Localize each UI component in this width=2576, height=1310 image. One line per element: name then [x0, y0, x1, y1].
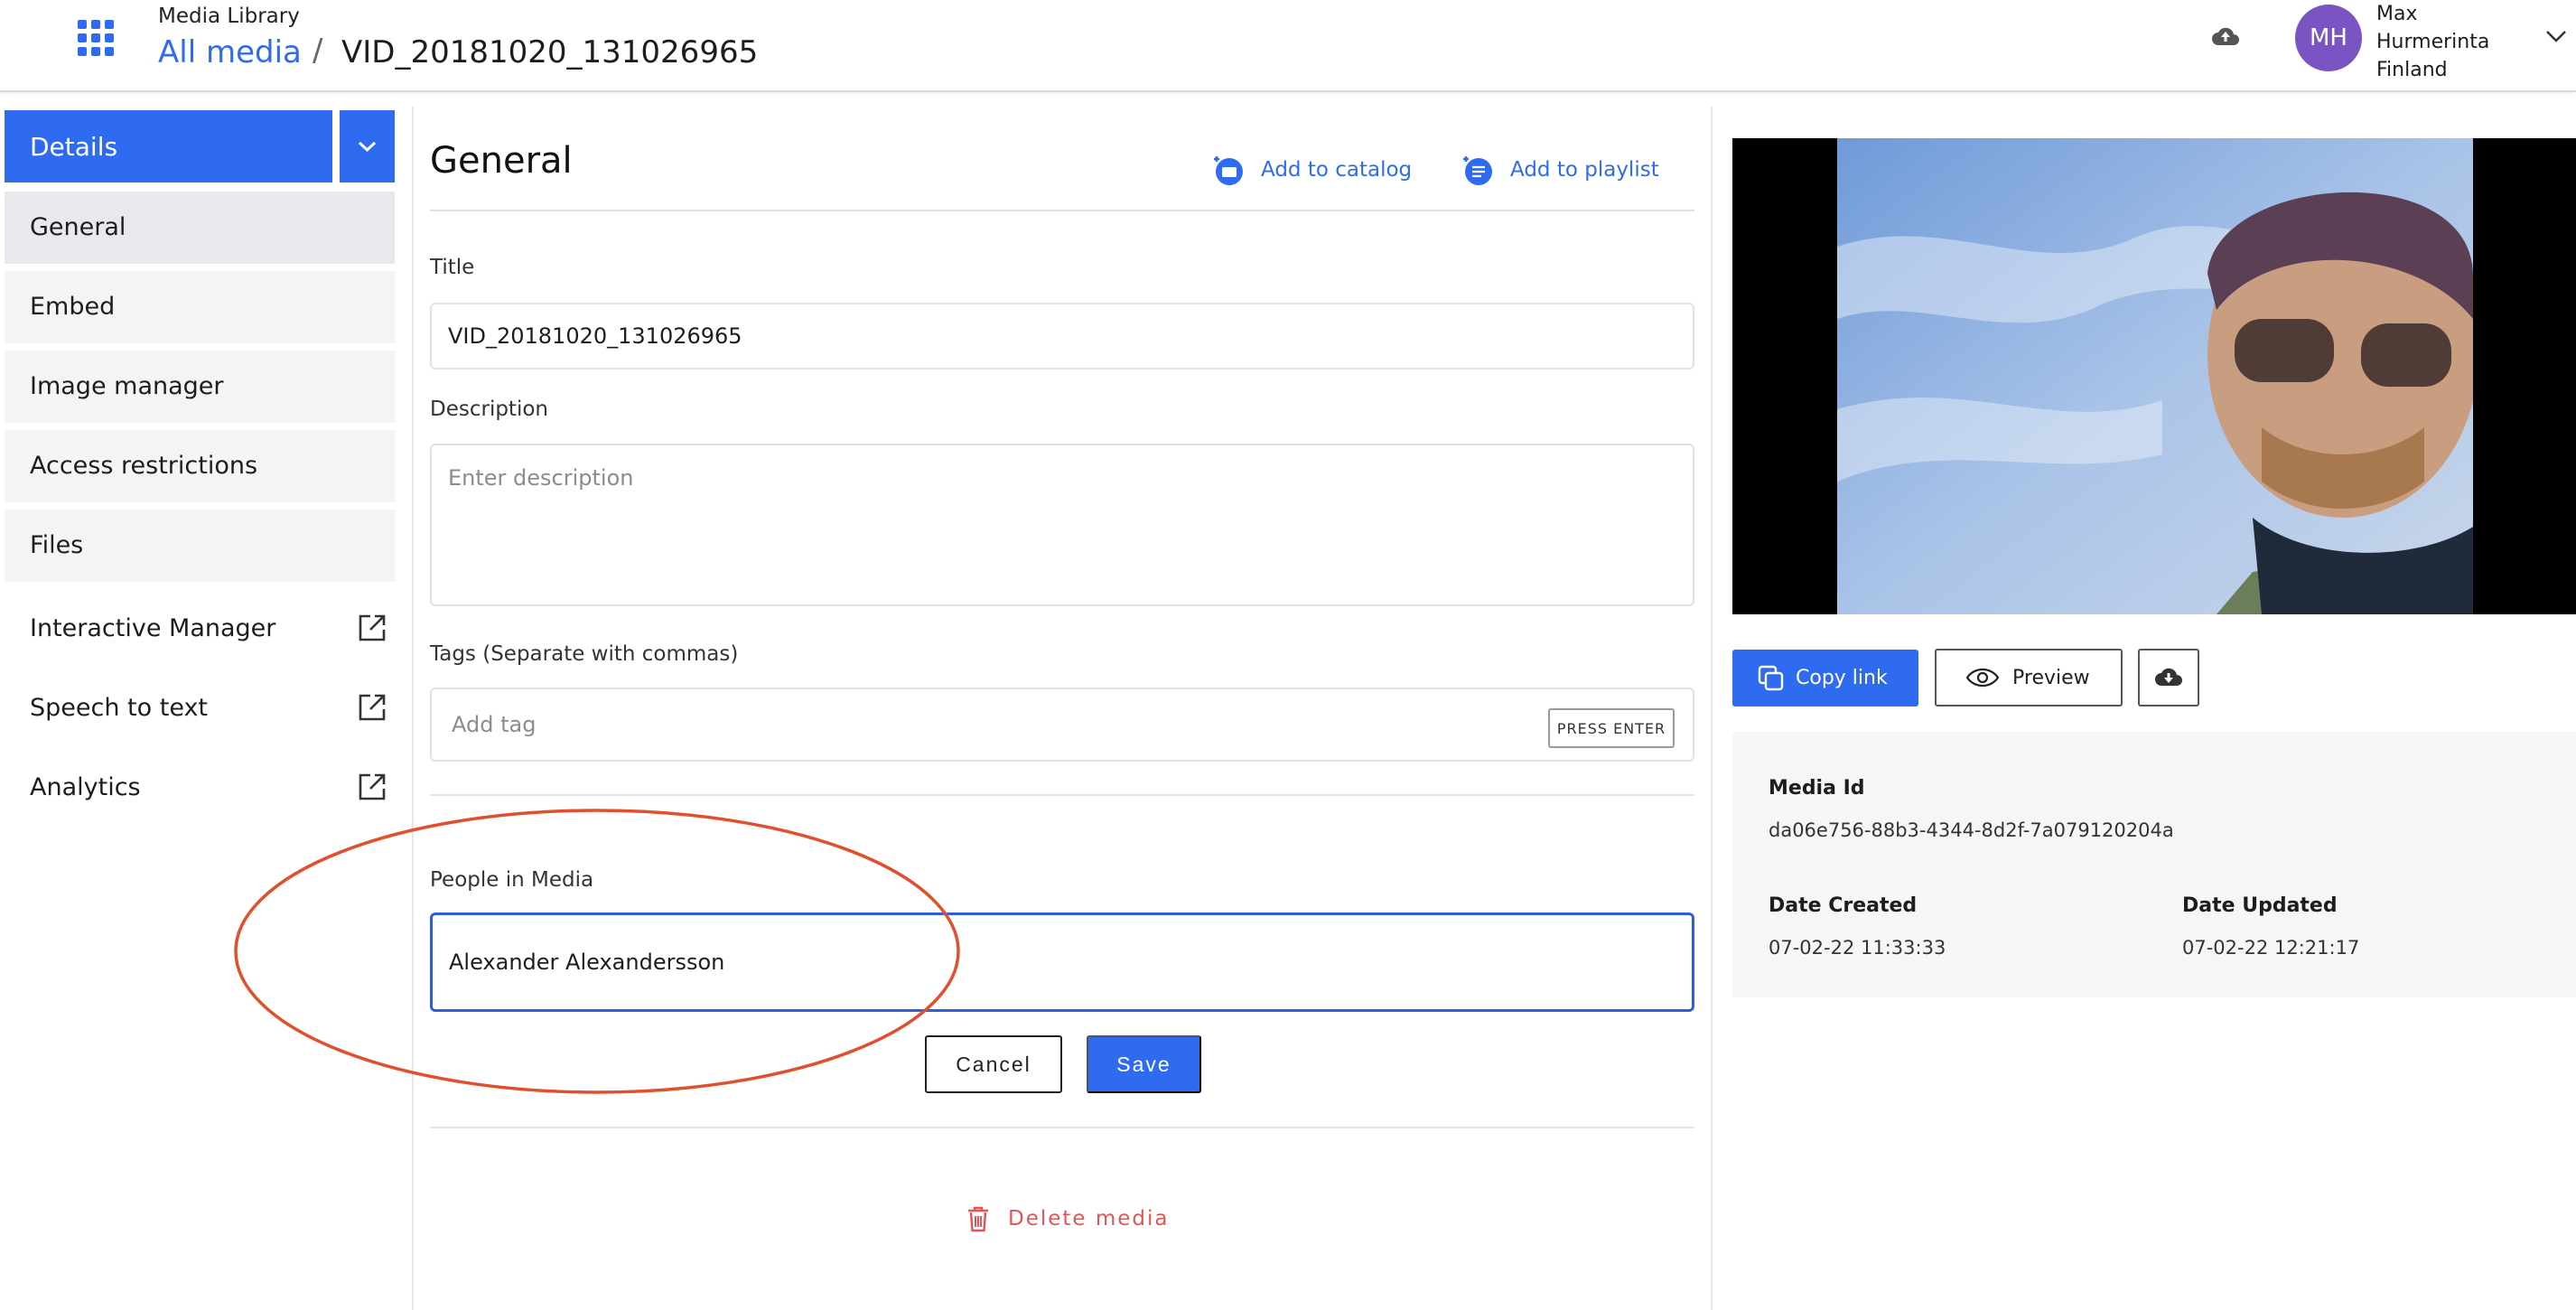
sidebar-item-label: Files [30, 531, 84, 559]
column-divider [412, 107, 414, 1310]
column-divider [1711, 107, 1713, 1310]
sidebar-link-interactive-manager[interactable]: Interactive Manager [5, 602, 395, 656]
media-id-label: Media Id [1769, 777, 1865, 800]
top-bar: Media Library All media / VID_20181020_1… [0, 0, 2576, 92]
press-enter-hint: PRESS ENTER [1548, 708, 1675, 748]
sidebar-link-label: Analytics [30, 773, 141, 801]
sidebar-item-label: Access restrictions [30, 452, 258, 480]
preview-label: Preview [2012, 666, 2090, 689]
details-dropdown-toggle[interactable] [340, 110, 395, 182]
user-last-name: Hurmerinta [2376, 31, 2490, 53]
user-info[interactable]: Max Hurmerinta Finland [2376, 0, 2489, 84]
apps-grid-icon[interactable] [78, 20, 114, 56]
media-metadata-panel: Media Id da06e756-88b3-4344-8d2f-7a07912… [1732, 732, 2576, 997]
date-created-value: 07-02-22 11:33:33 [1769, 937, 1946, 959]
save-button[interactable]: Save [1087, 1035, 1201, 1093]
date-updated-value: 07-02-22 12:21:17 [2182, 937, 2360, 959]
sidebar-item-label: General [30, 213, 126, 241]
tags-input[interactable] [430, 688, 1694, 762]
playlist-add-icon [1463, 156, 1492, 185]
trash-icon [968, 1206, 988, 1232]
download-button[interactable] [2138, 649, 2199, 706]
cloud-download-icon [2155, 668, 2182, 686]
tags-label: Tags (Separate with commas) [430, 642, 739, 666]
sidebar-item-embed[interactable]: Embed [5, 271, 395, 343]
divider [430, 210, 1694, 211]
description-input[interactable] [430, 444, 1694, 606]
chevron-down-icon [358, 141, 377, 153]
sidebar-item-label: Embed [30, 293, 116, 321]
video-preview[interactable] [1732, 138, 2576, 614]
chevron-down-icon[interactable] [2543, 27, 2569, 45]
add-to-catalog-label: Add to catalog [1261, 158, 1413, 182]
preview-button[interactable]: Preview [1935, 649, 2123, 706]
sidebar-item-files[interactable]: Files [5, 510, 395, 582]
sidebar-link-label: Speech to text [30, 694, 209, 722]
cancel-button[interactable]: Cancel [925, 1035, 1062, 1093]
user-location: Finland [2376, 59, 2448, 81]
eye-icon [1965, 668, 2000, 688]
avatar[interactable]: MH [2295, 5, 2362, 71]
cloud-upload-icon[interactable] [2211, 23, 2240, 51]
delete-media-button[interactable]: Delete media [966, 1205, 1170, 1232]
catalog-add-icon [1214, 156, 1243, 185]
video-thumbnail [1837, 138, 2473, 614]
breadcrumb-all-media[interactable]: All media [158, 34, 302, 70]
add-to-playlist-button[interactable]: Add to playlist [1460, 154, 1659, 186]
breadcrumb-separator: / [313, 33, 323, 69]
details-dropdown-button[interactable]: Details [5, 110, 332, 182]
breadcrumb-current: VID_20181020_131026965 [341, 34, 759, 70]
add-to-playlist-label: Add to playlist [1510, 158, 1659, 182]
description-label: Description [430, 398, 548, 421]
add-to-catalog-button[interactable]: Add to catalog [1210, 154, 1412, 186]
app-name: Media Library [158, 5, 300, 28]
title-label: Title [430, 256, 475, 279]
delete-media-label: Delete media [1008, 1207, 1170, 1230]
sidebar-link-speech-to-text[interactable]: Speech to text [5, 681, 395, 735]
date-created-label: Date Created [1769, 894, 1918, 917]
copy-link-button[interactable]: Copy link [1732, 650, 1918, 706]
external-link-icon [359, 694, 386, 721]
media-id-value: da06e756-88b3-4344-8d2f-7a079120204a [1769, 819, 2174, 841]
sidebar-link-label: Interactive Manager [30, 614, 276, 642]
title-input[interactable] [430, 303, 1694, 370]
external-link-icon [359, 614, 386, 641]
copy-link-label: Copy link [1796, 667, 1888, 689]
section-heading: General [430, 140, 573, 182]
copy-icon [1758, 665, 1784, 690]
divider [430, 1127, 1694, 1128]
sidebar-item-general[interactable]: General [5, 192, 395, 264]
annotation-ellipse [234, 809, 960, 1094]
sidebar-item-access-restrictions[interactable]: Access restrictions [5, 430, 395, 502]
sidebar-item-image-manager[interactable]: Image manager [5, 351, 395, 423]
external-link-icon [359, 773, 386, 800]
avatar-initials: MH [2310, 24, 2347, 51]
user-first-name: Max [2376, 3, 2418, 25]
divider [430, 794, 1694, 796]
date-updated-label: Date Updated [2182, 894, 2338, 917]
sidebar-item-label: Image manager [30, 372, 224, 400]
